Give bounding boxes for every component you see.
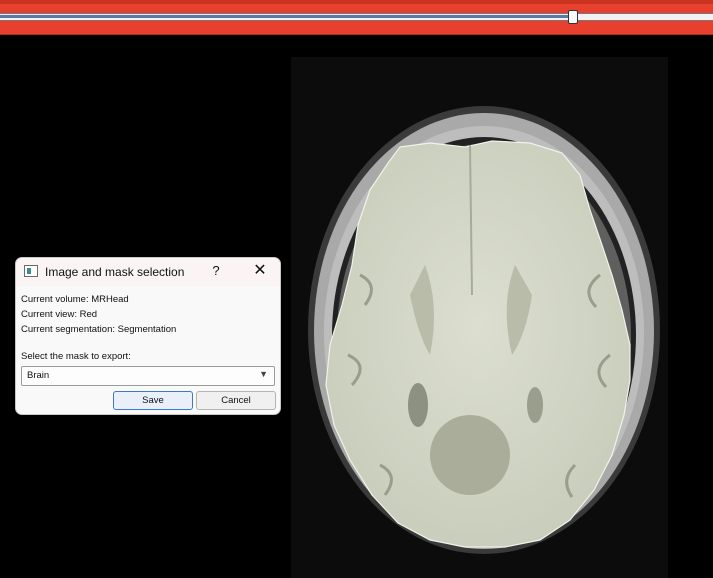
current-volume-label: Current volume: MRHead [21,294,129,305]
current-view-label: Current view: Red [21,309,98,320]
slice-slider-bar [0,0,713,35]
mask-select-value: Brain [27,370,50,381]
dialog-title-bar[interactable]: Image and mask selection ? ✕ [16,258,280,286]
mask-prompt-label: Select the mask to export: [21,351,131,362]
slice-slider-handle[interactable] [568,10,578,24]
current-segmentation-label: Current segmentation: Segmentation [21,324,177,335]
chevron-down-icon: ▼ [259,369,268,379]
slice-slider-fill [0,15,573,18]
image-mask-selection-dialog: Image and mask selection ? ✕ Current vol… [15,257,281,415]
close-icon[interactable]: ✕ [250,261,270,281]
left-ventricle [408,383,428,427]
save-button[interactable]: Save [113,391,193,410]
mask-select[interactable]: Brain ▼ [21,366,275,386]
slider-bar-edge [0,0,713,4]
cerebellar-vermis [430,415,510,495]
help-button[interactable]: ? [206,261,226,281]
app-window-icon [24,265,38,277]
cancel-button[interactable]: Cancel [196,391,276,410]
right-ventricle [527,387,543,423]
dialog-title: Image and mask selection [45,265,185,279]
